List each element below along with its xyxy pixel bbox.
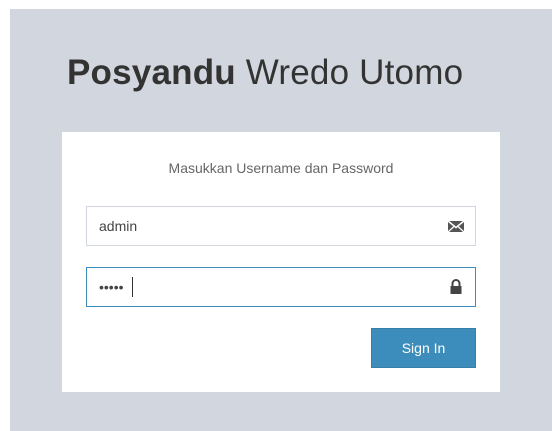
envelope-icon — [447, 218, 465, 234]
password-input[interactable] — [87, 268, 427, 306]
logo-light-text: Wredo Utomo — [235, 53, 464, 92]
text-cursor — [132, 277, 133, 297]
login-box-message: Masukkan Username dan Password — [168, 160, 394, 176]
username-field[interactable] — [86, 206, 476, 246]
lock-icon — [447, 279, 465, 295]
username-input[interactable] — [87, 207, 427, 245]
sign-in-button[interactable]: Sign In — [371, 328, 476, 368]
app-logo: Posyandu Wredo Utomo — [67, 49, 527, 97]
password-field[interactable] — [86, 267, 476, 307]
logo-bold-text: Posyandu — [67, 53, 236, 92]
login-box: Masukkan Username dan Password Sign In — [62, 132, 500, 392]
